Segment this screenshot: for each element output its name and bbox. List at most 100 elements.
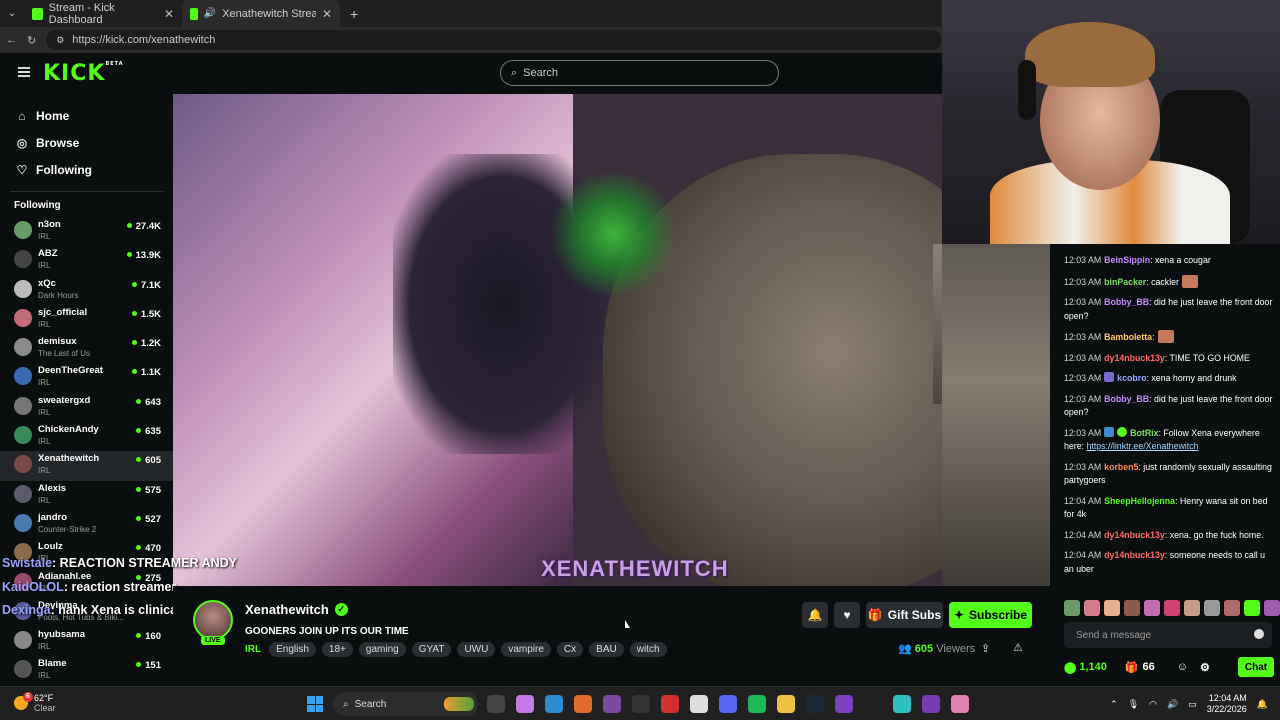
steam-icon[interactable] xyxy=(806,695,824,713)
weather-widget[interactable]: 6 62°F Clear xyxy=(14,692,56,713)
sidebar-item-home[interactable]: ⌂ Home xyxy=(0,102,173,129)
sidebar-channel[interactable]: xQc Dark Hours 7.1K xyxy=(0,276,173,305)
sidebar-channel[interactable]: sweatergxd IRL 643 xyxy=(0,393,173,422)
search-input[interactable]: ⌕ Search xyxy=(500,60,779,86)
stream-tag[interactable]: Cx xyxy=(556,642,584,657)
emote-icon[interactable] xyxy=(1224,600,1240,616)
stream-tag[interactable]: 18+ xyxy=(321,642,353,657)
app-icon[interactable] xyxy=(951,695,969,713)
new-tab-button[interactable]: + xyxy=(350,6,358,22)
streamer-name[interactable]: Xenathewitch ✓ xyxy=(245,602,348,617)
chat-username[interactable]: BotRix xyxy=(1130,428,1158,438)
copilot-icon[interactable] xyxy=(516,695,534,713)
url-field[interactable]: ⚙ https://kick.com/xenathewitch xyxy=(46,30,942,50)
folder-icon[interactable] xyxy=(777,695,795,713)
chat-username[interactable]: korben5 xyxy=(1104,462,1138,472)
stream-tag[interactable]: GYAT xyxy=(411,642,452,657)
gift-icon[interactable]: 🎁 xyxy=(1125,661,1139,674)
emote-icon[interactable] xyxy=(1084,600,1100,616)
share-icon[interactable]: ⇪ xyxy=(981,642,990,655)
emote-icon[interactable] xyxy=(1104,600,1120,616)
chat-username[interactable]: dy14nbuck13y xyxy=(1104,550,1165,560)
app-icon[interactable] xyxy=(603,695,621,713)
close-icon[interactable]: ✕ xyxy=(322,7,332,21)
tab-list-icon[interactable]: ⌄ xyxy=(0,8,24,19)
firefox-icon[interactable] xyxy=(574,695,592,713)
speaker-icon[interactable]: 🔊 xyxy=(204,8,216,19)
emote-icon[interactable] xyxy=(1184,600,1200,616)
stream-tag[interactable]: BAU xyxy=(589,642,624,657)
menu-icon[interactable] xyxy=(18,67,30,77)
chat-username[interactable]: dy14nbuck13y xyxy=(1104,530,1165,540)
back-icon[interactable]: ← xyxy=(6,34,17,46)
sidebar-channel[interactable]: hyubsama IRL 160 xyxy=(0,627,173,656)
reload-icon[interactable]: ↻ xyxy=(27,34,36,47)
gift-subs-button[interactable]: 🎁 Gift Subs xyxy=(866,602,943,628)
sidebar-channel[interactable]: Alexis IRL 575 xyxy=(0,481,173,510)
music-icon[interactable] xyxy=(690,695,708,713)
sidebar-channel[interactable]: n3on IRL 27.4K xyxy=(0,217,173,246)
sidebar-item-following[interactable]: ♡ Following xyxy=(0,156,173,183)
bell-button[interactable]: 🔔 xyxy=(802,602,828,628)
chat-username[interactable]: binPacker xyxy=(1104,277,1146,287)
tab-xenathewitch[interactable]: 🔊 Xenathewitch Stream - Watch ✕ xyxy=(182,0,340,27)
chat-input[interactable]: Send a message xyxy=(1064,622,1272,648)
chat-username[interactable]: Bobby_BB xyxy=(1104,297,1149,307)
clock[interactable]: 12:04 AM 3/22/2026 xyxy=(1207,693,1247,715)
chat-send-button[interactable]: Chat xyxy=(1238,657,1274,677)
chat-username[interactable]: SheepHellojenna xyxy=(1104,496,1175,506)
streamer-avatar[interactable] xyxy=(193,600,233,640)
follow-button[interactable]: ♥ xyxy=(834,602,860,628)
edge-icon[interactable] xyxy=(545,695,563,713)
stream-tag[interactable]: UWU xyxy=(457,642,496,657)
stream-tag[interactable]: vampire xyxy=(501,642,551,657)
close-icon[interactable]: ✕ xyxy=(164,7,174,21)
volume-icon[interactable]: 🔊 xyxy=(1167,699,1178,710)
wifi-icon[interactable]: ◠ xyxy=(1149,699,1157,710)
obs-icon[interactable] xyxy=(632,695,650,713)
notification-icon[interactable]: 🔔 xyxy=(1257,699,1268,710)
emote-icon[interactable] xyxy=(1144,600,1160,616)
report-icon[interactable]: ⚠ xyxy=(1013,641,1023,654)
chat-username[interactable]: dy14nbuck13y xyxy=(1104,353,1165,363)
chat-username[interactable]: kcobro xyxy=(1117,373,1146,383)
chat-username[interactable]: Bamboletta xyxy=(1104,332,1152,342)
emote-icon[interactable] xyxy=(1204,600,1220,616)
sidebar-item-browse[interactable]: ◎ Browse xyxy=(0,129,173,156)
emote-icon[interactable] xyxy=(1244,600,1260,616)
sidebar-channel[interactable]: demisux The Last of Us 1.2K xyxy=(0,334,173,363)
sidebar-channel[interactable]: Blame IRL 151 xyxy=(0,656,173,685)
app-icon[interactable] xyxy=(864,695,882,713)
fx-icon[interactable] xyxy=(922,695,940,713)
stream-tag[interactable]: English xyxy=(269,642,316,657)
emote-picker-icon[interactable]: ☺ xyxy=(1177,661,1188,673)
stream-tag[interactable]: gaming xyxy=(358,642,406,657)
app-icon[interactable] xyxy=(835,695,853,713)
sidebar-channel[interactable]: DeenTheGreat IRL 1.1K xyxy=(0,363,173,392)
kick-logo[interactable]: KICKBETA xyxy=(43,61,124,86)
category-link[interactable]: IRL xyxy=(245,644,261,655)
emote-icon[interactable] xyxy=(1064,600,1080,616)
app-icon[interactable] xyxy=(893,695,911,713)
taskbar-search[interactable]: ⌕ Search xyxy=(333,692,478,716)
spotify-icon[interactable] xyxy=(748,695,766,713)
chevron-up-icon[interactable]: ⌃ xyxy=(1110,699,1118,710)
sidebar-channel[interactable]: ChickenAndy IRL 635 xyxy=(0,422,173,451)
discord-icon[interactable] xyxy=(719,695,737,713)
sidebar-channel[interactable]: Xenathewitch IRL 605 xyxy=(0,451,173,481)
battery-icon[interactable]: ▭ xyxy=(1188,699,1197,710)
site-info-icon[interactable]: ⚙ xyxy=(56,35,64,46)
emote-icon[interactable] xyxy=(1164,600,1180,616)
app-icon[interactable] xyxy=(661,695,679,713)
subscribe-button[interactable]: ✦ Subscribe xyxy=(949,602,1032,628)
task-view-icon[interactable] xyxy=(487,695,505,713)
emote-icon[interactable] xyxy=(1124,600,1140,616)
mic-icon[interactable]: 🎙 xyxy=(1128,699,1139,710)
emote-icon[interactable] xyxy=(1264,600,1280,616)
stream-tag[interactable]: witch xyxy=(629,642,667,657)
chat-link[interactable]: https://linktr.ee/Xenathewitch xyxy=(1087,441,1199,451)
emoji-icon[interactable] xyxy=(1254,629,1264,639)
video-player[interactable]: XENATHEWITCH xyxy=(173,94,1050,586)
chat-username[interactable]: Bobby_BB xyxy=(1104,394,1149,404)
chat-username[interactable]: BeinSippin xyxy=(1104,255,1150,265)
